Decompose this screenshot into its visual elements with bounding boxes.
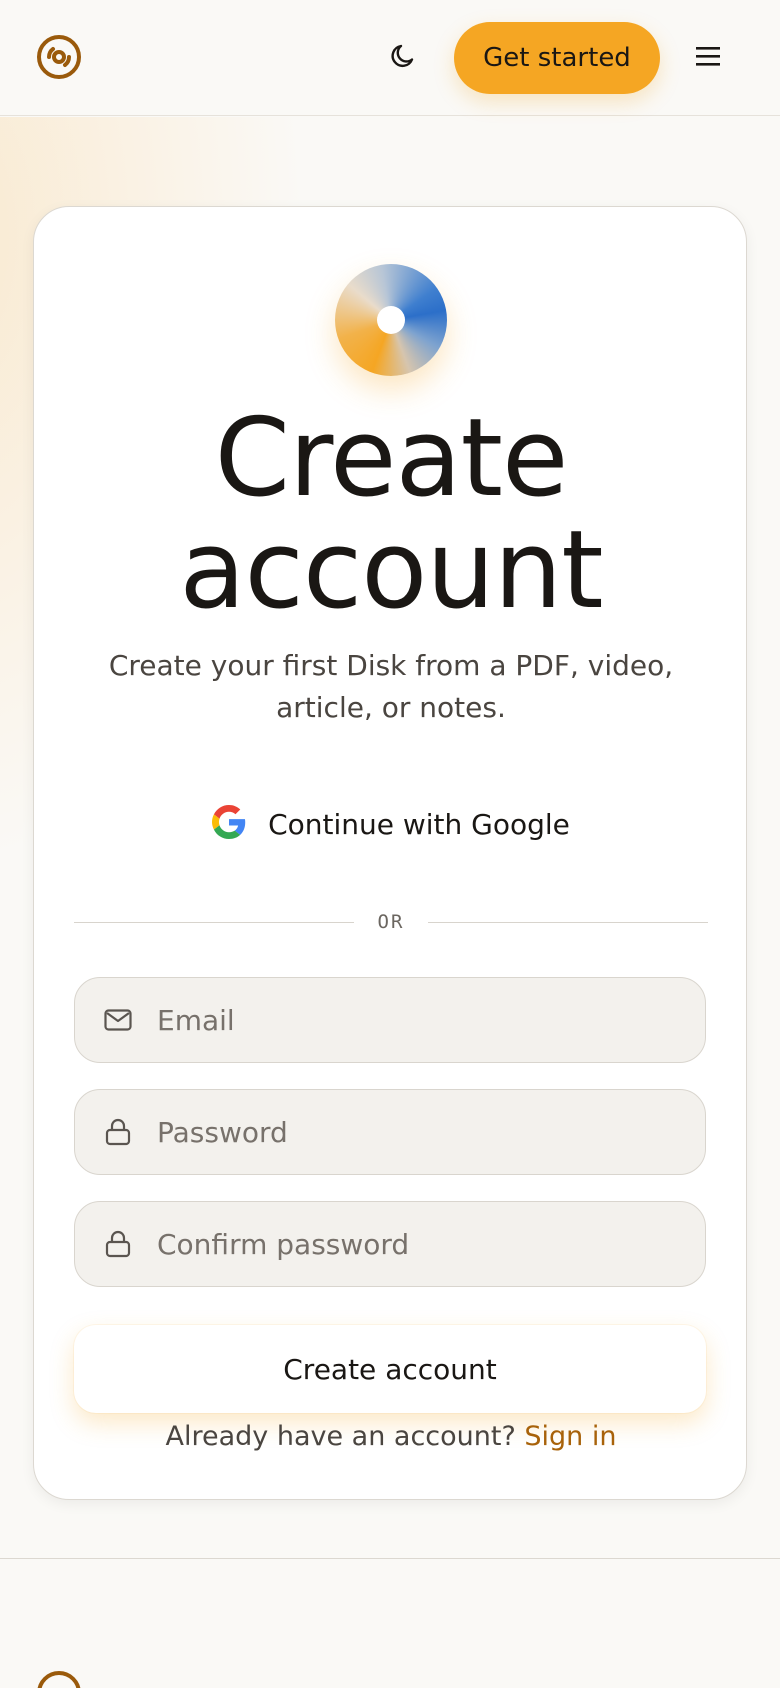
page-title: Create account (34, 403, 748, 627)
google-icon (212, 805, 246, 843)
signin-prompt: Already have an account? (165, 1421, 516, 1452)
gradient-disc-icon (335, 264, 447, 376)
lock-icon (103, 1117, 133, 1147)
create-account-button[interactable]: Create account (74, 1325, 706, 1413)
top-header: Get started (0, 0, 780, 116)
google-button-label: Continue with Google (268, 807, 570, 841)
mail-icon (103, 1005, 133, 1035)
email-input[interactable] (157, 1003, 677, 1037)
divider-line-right (428, 922, 708, 923)
confirm-password-input[interactable] (157, 1227, 677, 1261)
footer-divider (0, 1558, 780, 1559)
title-line-1: Create (214, 396, 569, 521)
signup-card: Create account Create your first Disk fr… (33, 206, 747, 1500)
password-field[interactable] (74, 1089, 706, 1175)
moon-icon (390, 42, 418, 74)
confirm-password-field[interactable] (74, 1201, 706, 1287)
sign-in-link[interactable]: Sign in (524, 1421, 616, 1452)
password-input[interactable] (157, 1115, 677, 1149)
signin-row: Already have an account? Sign in (34, 1417, 748, 1457)
footer-disc-logo-icon[interactable] (36, 1670, 82, 1688)
hamburger-menu-icon (695, 45, 721, 71)
menu-button[interactable] (694, 42, 722, 74)
title-line-2: account (179, 508, 603, 633)
page-subtitle: Create your first Disk from a PDF, video… (108, 649, 674, 724)
get-started-button[interactable]: Get started (454, 22, 660, 94)
lock-icon (103, 1229, 133, 1259)
or-divider: OR (74, 907, 708, 937)
theme-toggle-button[interactable] (388, 42, 420, 74)
disc-logo-icon[interactable] (36, 34, 82, 80)
continue-with-google-button[interactable]: Continue with Google (74, 792, 708, 856)
email-field[interactable] (74, 977, 706, 1063)
